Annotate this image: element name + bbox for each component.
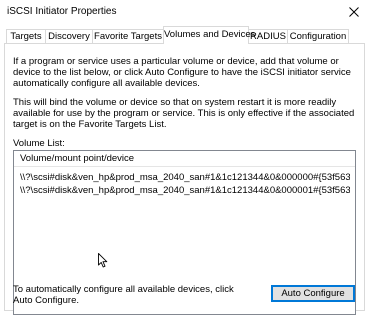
- tab-volumes-and-devices[interactable]: Volumes and Devices: [163, 26, 255, 44]
- tab-configuration[interactable]: Configuration: [287, 29, 349, 43]
- window-title: iSCSI Initiator Properties: [7, 6, 117, 17]
- close-icon: [349, 7, 359, 17]
- intro-text: If a program or service uses a particula…: [13, 56, 351, 89]
- mouse-pointer-icon: [98, 253, 108, 268]
- tab-favorite-targets[interactable]: Favorite Targets: [92, 29, 164, 43]
- tab-discovery[interactable]: Discovery: [45, 29, 93, 43]
- auto-configure-hint: To automatically configure all available…: [13, 284, 234, 306]
- volumes-devices-panel: If a program or service uses a particula…: [4, 43, 365, 315]
- title-bar: iSCSI Initiator Properties: [0, 0, 369, 24]
- volume-list-label: Volume List:: [13, 138, 65, 149]
- auto-configure-button[interactable]: Auto Configure: [271, 285, 355, 302]
- list-item[interactable]: \\?\scsi#disk&ven_hp&prod_msa_2040_san#1…: [20, 184, 350, 197]
- close-button[interactable]: [339, 0, 369, 24]
- list-item[interactable]: \\?\scsi#disk&ven_hp&prod_msa_2040_san#1…: [20, 171, 350, 184]
- tab-strip: Targets Discovery Favorite Targets Volum…: [4, 26, 365, 44]
- binding-note-text: This will bind the volume or device so t…: [13, 97, 355, 130]
- tab-targets[interactable]: Targets: [6, 29, 46, 43]
- column-header-volume[interactable]: Volume/mount point/device: [14, 151, 355, 167]
